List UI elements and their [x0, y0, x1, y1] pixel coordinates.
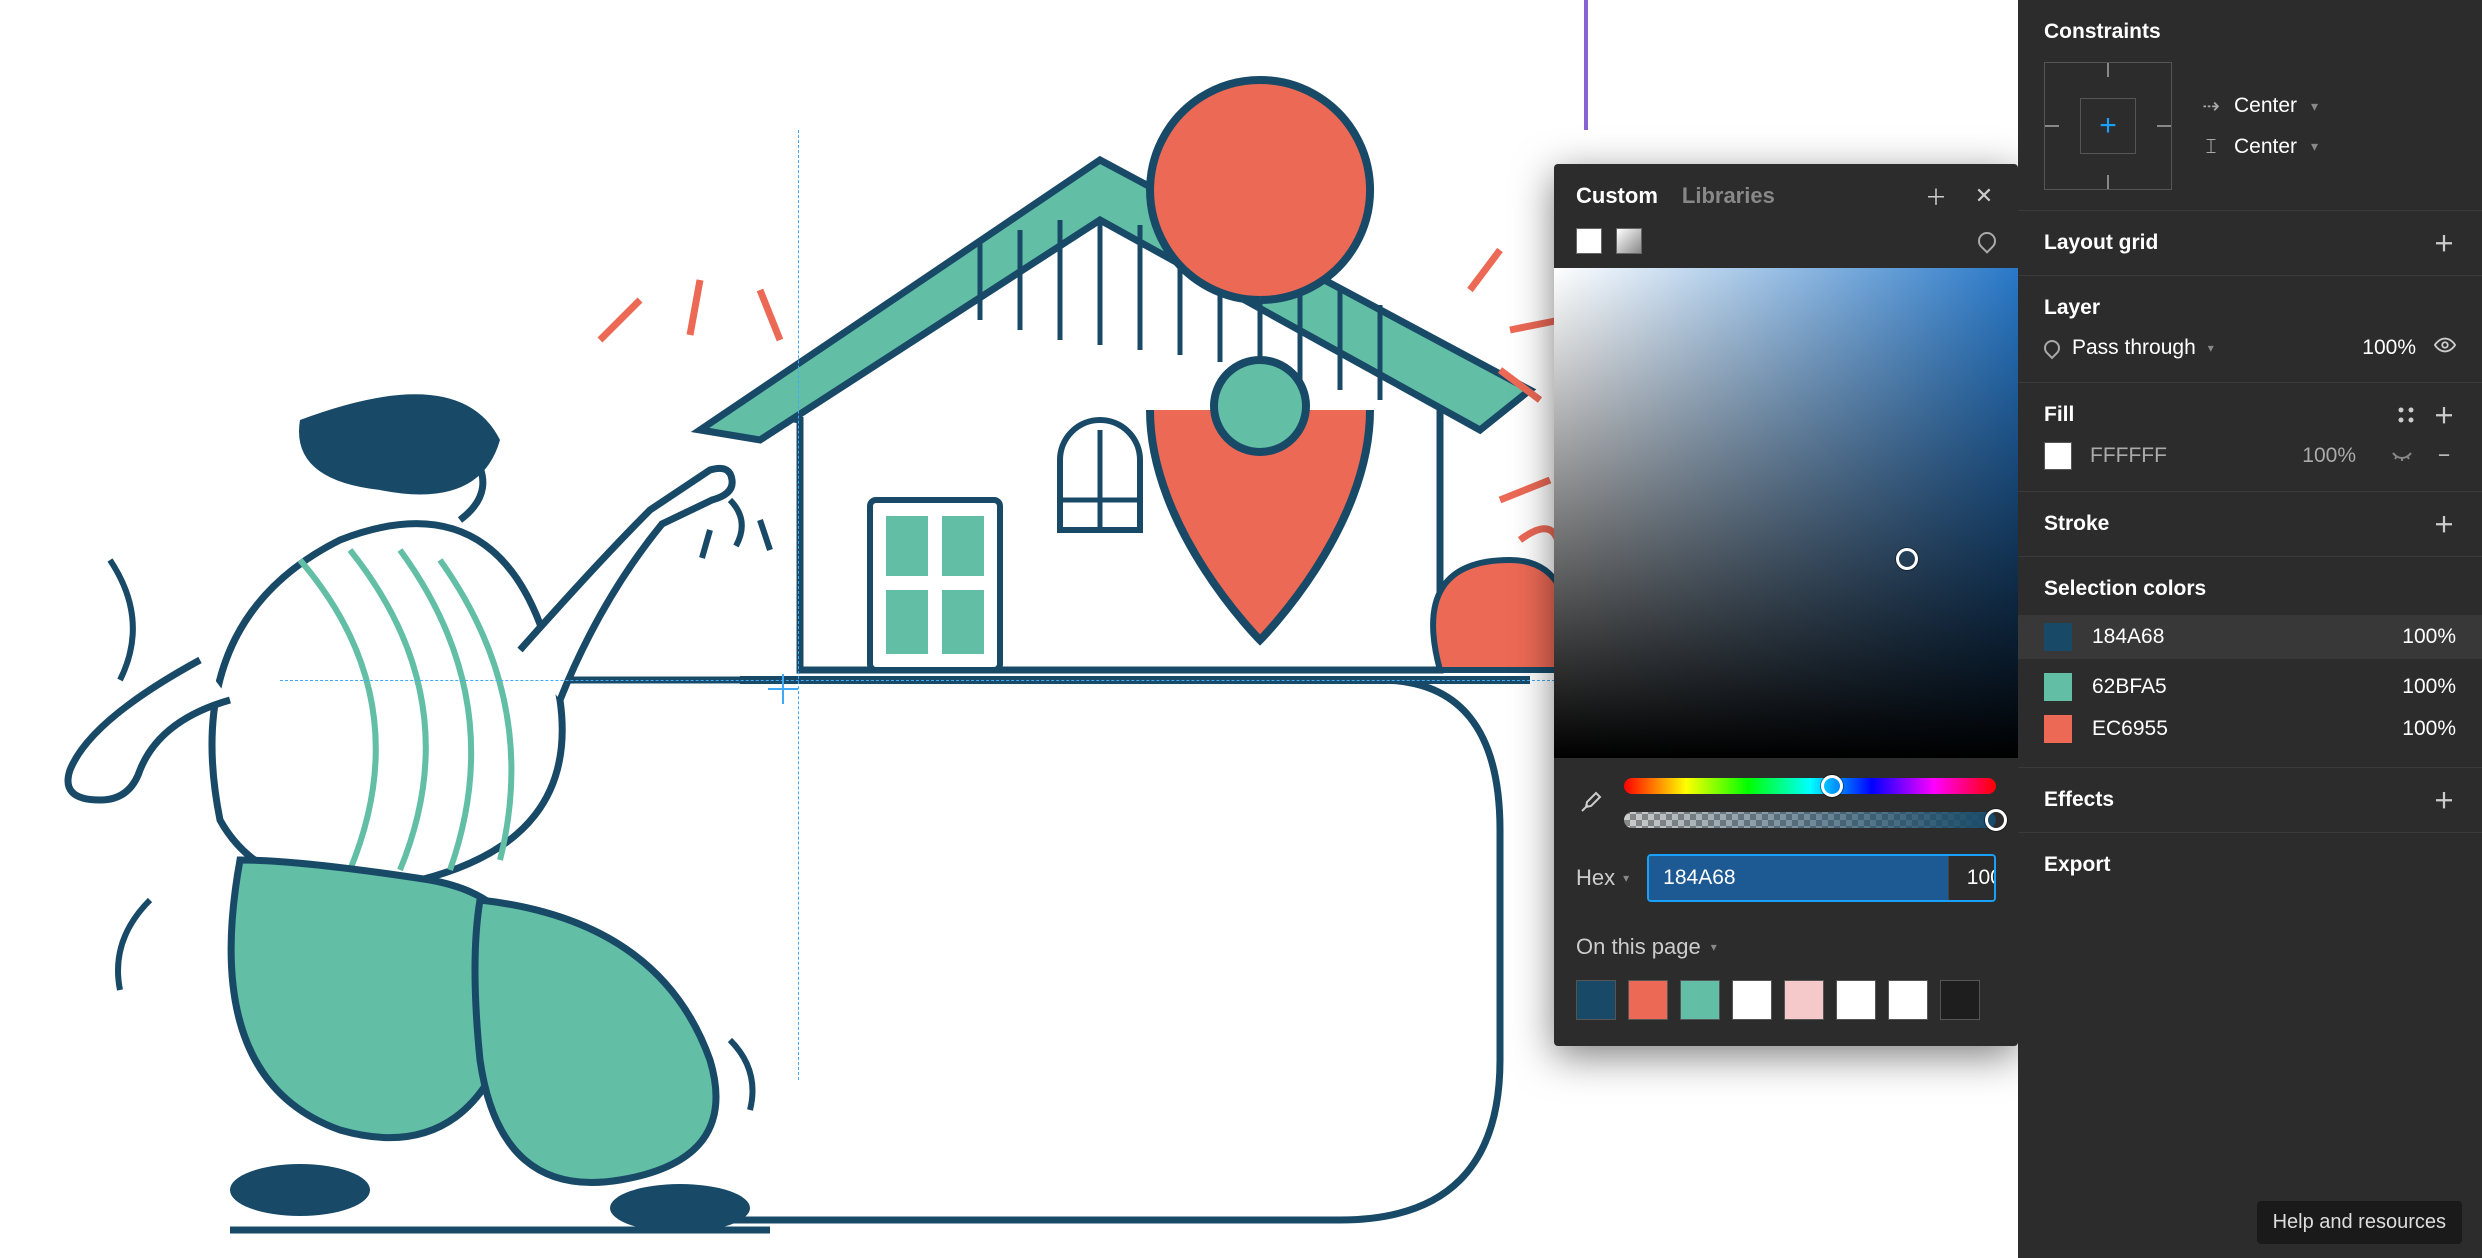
- add-icon[interactable]: ＋: [1924, 180, 1948, 212]
- constraints-title: Constraints: [2044, 20, 2161, 44]
- constraints-widget[interactable]: +: [2044, 62, 2172, 190]
- doc-swatch[interactable]: [1784, 980, 1824, 1020]
- fill-title: Fill: [2044, 403, 2074, 427]
- remove-icon[interactable]: −: [2432, 444, 2456, 468]
- on-this-page-toggle[interactable]: On this page ▾: [1554, 924, 2018, 970]
- color-format-select[interactable]: Hex ▾: [1576, 865, 1629, 891]
- constraint-horizontal-select[interactable]: ⇢ Center ▾: [2202, 94, 2318, 119]
- blend-mode-icon[interactable]: [1974, 228, 1999, 253]
- tab-custom[interactable]: Custom: [1576, 183, 1658, 209]
- selection-color-row[interactable]: EC6955 100%: [2044, 715, 2456, 743]
- selection-colors-title: Selection colors: [2044, 577, 2206, 601]
- eye-icon[interactable]: [2434, 334, 2456, 362]
- doc-swatch[interactable]: [1836, 980, 1876, 1020]
- alpha-slider[interactable]: [1624, 812, 1996, 828]
- constraints-center-icon: +: [2080, 98, 2136, 154]
- color-format-label: Hex: [1576, 865, 1615, 891]
- constraint-h-label: Center: [2234, 94, 2297, 118]
- guide-vertical[interactable]: [798, 130, 799, 1080]
- section-fill: Fill ＋ FFFFFF 100% −: [2018, 383, 2482, 492]
- add-icon[interactable]: ＋: [2432, 403, 2456, 427]
- doc-swatch[interactable]: [1888, 980, 1928, 1020]
- hue-handle[interactable]: [1821, 775, 1843, 797]
- sv-handle[interactable]: [1896, 548, 1918, 570]
- selection-color-row[interactable]: 184A68 100%: [2018, 615, 2482, 659]
- close-icon[interactable]: ✕: [1972, 183, 1996, 209]
- doc-swatch[interactable]: [1680, 980, 1720, 1020]
- on-this-page-label: On this page: [1576, 934, 1701, 960]
- hue-slider[interactable]: [1624, 778, 1996, 794]
- selection-hex: EC6955: [2092, 717, 2382, 741]
- chevron-down-icon: ▾: [2208, 341, 2214, 355]
- add-icon[interactable]: ＋: [2432, 231, 2456, 255]
- selection-opacity: 100%: [2402, 717, 2456, 741]
- blend-mode-label: Pass through: [2072, 336, 2196, 360]
- visibility-hidden-icon[interactable]: [2390, 441, 2414, 471]
- effects-title: Effects: [2044, 788, 2114, 812]
- section-layout-grid: Layout grid ＋: [2018, 211, 2482, 276]
- droplet-icon: [2041, 337, 2064, 360]
- section-stroke: Stroke ＋: [2018, 492, 2482, 557]
- export-title: Export: [2044, 853, 2111, 877]
- constraint-v-icon: 𝙸: [2202, 135, 2220, 159]
- selection-swatch[interactable]: [2044, 673, 2072, 701]
- guide-intersection: [782, 674, 784, 704]
- section-layer: Layer Pass through ▾ 100%: [2018, 276, 2482, 383]
- guide-horizontal[interactable]: [280, 680, 1560, 681]
- tab-libraries[interactable]: Libraries: [1682, 183, 1775, 209]
- help-tooltip: Help and resources: [2257, 1201, 2462, 1244]
- section-export: Export: [2018, 833, 2482, 897]
- constraint-h-icon: ⇢: [2202, 94, 2220, 119]
- blend-mode-select[interactable]: Pass through ▾: [2044, 336, 2214, 360]
- doc-swatch[interactable]: [1940, 980, 1980, 1020]
- fill-opacity-input[interactable]: 100%: [2302, 444, 2356, 468]
- layer-title: Layer: [2044, 296, 2100, 320]
- doc-swatch[interactable]: [1732, 980, 1772, 1020]
- color-picker-panel: Custom Libraries ＋ ✕ Hex ▾: [1554, 164, 2018, 1046]
- paint-type-solid[interactable]: [1576, 228, 1602, 254]
- add-icon[interactable]: ＋: [2432, 512, 2456, 536]
- fill-swatch[interactable]: [2044, 442, 2072, 470]
- constraint-vertical-select[interactable]: 𝙸 Center ▾: [2202, 135, 2318, 159]
- selection-opacity: 100%: [2402, 625, 2456, 649]
- doc-swatch[interactable]: [1628, 980, 1668, 1020]
- hex-input[interactable]: [1649, 856, 1948, 900]
- selection-swatch[interactable]: [2044, 623, 2072, 651]
- saturation-value-area[interactable]: [1554, 268, 2018, 758]
- stroke-title: Stroke: [2044, 512, 2109, 536]
- chevron-down-icon: ▾: [2311, 138, 2318, 155]
- add-icon[interactable]: ＋: [2432, 788, 2456, 812]
- eyedropper-icon[interactable]: [1576, 789, 1604, 817]
- layer-opacity-input[interactable]: 100%: [2362, 336, 2416, 360]
- section-selection-colors: Selection colors 184A68 100% 62BFA5 100%…: [2018, 557, 2482, 768]
- layout-grid-title: Layout grid: [2044, 231, 2158, 255]
- paint-type-gradient[interactable]: [1616, 228, 1642, 254]
- hex-opacity-input[interactable]: [1948, 856, 1996, 900]
- doc-swatch[interactable]: [1576, 980, 1616, 1020]
- hex-input-group: [1647, 854, 1996, 902]
- section-constraints: Constraints + ⇢ Center ▾ 𝙸 Center ▾: [2018, 0, 2482, 211]
- selection-swatch[interactable]: [2044, 715, 2072, 743]
- constraint-v-label: Center: [2234, 135, 2297, 159]
- selection-opacity: 100%: [2402, 675, 2456, 699]
- section-effects: Effects ＋: [2018, 768, 2482, 833]
- fill-hex-input[interactable]: FFFFFF: [2090, 444, 2284, 468]
- selection-hex: 62BFA5: [2092, 675, 2382, 699]
- alpha-handle[interactable]: [1985, 809, 2007, 831]
- styles-icon[interactable]: [2394, 403, 2418, 427]
- chevron-down-icon: ▾: [2311, 98, 2318, 115]
- selection-hex: 184A68: [2092, 625, 2382, 649]
- selection-color-row[interactable]: 62BFA5 100%: [2044, 673, 2456, 701]
- properties-panel: Constraints + ⇢ Center ▾ 𝙸 Center ▾: [2018, 0, 2482, 1258]
